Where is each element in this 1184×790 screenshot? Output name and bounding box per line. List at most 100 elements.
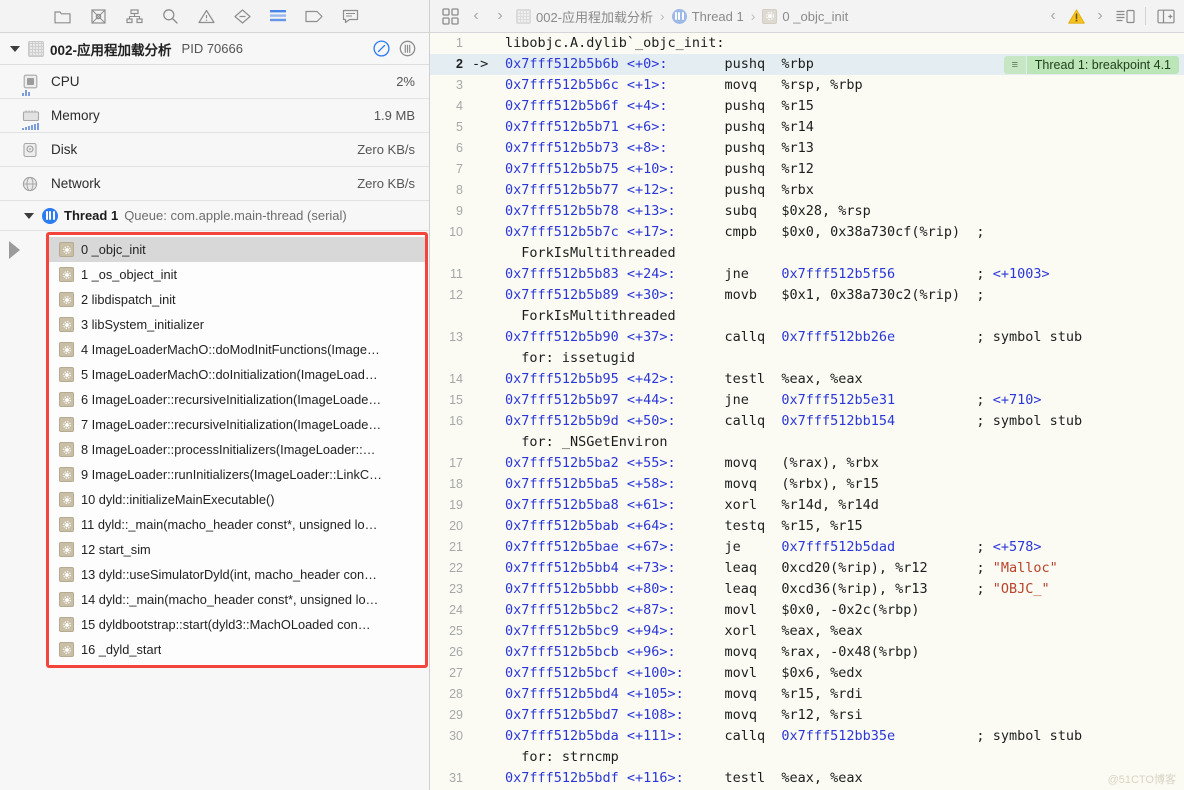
stack-frame-row[interactable]: 2 libdispatch_init [49, 287, 425, 312]
pause-columns-icon[interactable] [397, 39, 417, 59]
code-continuation-text: ForkIsMultithreaded [505, 308, 676, 324]
test-diamond-icon[interactable] [232, 6, 252, 26]
frame-gear-icon [59, 242, 74, 257]
code-line[interactable]: 11 0x7fff512b5b83 <+24>: jne 0x7fff512b5f… [430, 264, 1184, 285]
code-line[interactable]: 10 0x7fff512b5b7c <+17>: cmpb $0x0, 0x38a… [430, 222, 1184, 243]
stack-frame-row[interactable]: 6 ImageLoader::recursiveInitialization(I… [49, 387, 425, 412]
disassembly-code-area[interactable]: 1 libobjc.A.dylib`_objc_init: 2 -> 0x7fff512… [430, 33, 1184, 790]
code-line[interactable]: 7 0x7fff512b5b75 <+10>: pushq %r12 [430, 159, 1184, 180]
code-text: 0x7fff512b5b77 <+12>: pushq %rbx [505, 182, 814, 198]
warning-triangle-icon[interactable] [1068, 8, 1085, 24]
code-continuation-line: ForkIsMultithreaded [430, 306, 1184, 327]
code-line[interactable]: 19 0x7fff512b5ba8 <+61>: xorl %r14d, %r14… [430, 495, 1184, 516]
line-number: 30 [449, 729, 463, 743]
assistant-editor-icon[interactable] [1115, 6, 1135, 26]
breakpoint-tag-icon[interactable] [304, 6, 324, 26]
code-line[interactable]: 14 0x7fff512b5b95 <+42>: testl %eax, %eax [430, 369, 1184, 390]
folder-icon[interactable] [52, 6, 72, 26]
next-issue-button[interactable]: › [1092, 7, 1108, 25]
line-number: 16 [449, 414, 463, 428]
stack-frame-label: 12 start_sim [81, 542, 151, 557]
code-line[interactable]: 5 0x7fff512b5b71 <+6>: pushq %r14 [430, 117, 1184, 138]
code-line[interactable]: 27 0x7fff512b5bcf <+100>: movl $0x6, %edx [430, 663, 1184, 684]
code-line[interactable]: 24 0x7fff512b5bc2 <+87>: movl $0x0, -0x2c… [430, 600, 1184, 621]
frame-gear-icon [59, 317, 74, 332]
code-line[interactable]: 3 0x7fff512b5b6c <+1>: movq %rsp, %rbp [430, 75, 1184, 96]
process-disclosure-triangle[interactable] [8, 45, 22, 52]
stack-frame-row[interactable]: 7 ImageLoader::recursiveInitialization(I… [49, 412, 425, 437]
forward-button[interactable]: › [492, 7, 508, 25]
code-line[interactable]: 12 0x7fff512b5b89 <+30>: movb $0x1, 0x38a… [430, 285, 1184, 306]
code-line[interactable]: 6 0x7fff512b5b73 <+8>: pushq %r13 [430, 138, 1184, 159]
back-button[interactable]: ‹ [468, 7, 484, 25]
stack-frame-row[interactable]: 9 ImageLoader::runInitializers(ImageLoad… [49, 462, 425, 487]
code-line[interactable]: 26 0x7fff512b5bcb <+96>: movq %rax, -0x48… [430, 642, 1184, 663]
code-line[interactable]: 8 0x7fff512b5b77 <+12>: pushq %rbx [430, 180, 1184, 201]
code-line[interactable]: 16 0x7fff512b5b9d <+50>: callq 0x7fff512b… [430, 411, 1184, 432]
code-line[interactable]: 29 0x7fff512b5bd7 <+108>: movq %r12, %rsi [430, 705, 1184, 726]
line-number: 10 [449, 225, 463, 239]
frame-gear-icon [59, 617, 74, 632]
stack-frame-row[interactable]: 15 dyldbootstrap::start(dyld3::MachOLoad… [49, 612, 425, 637]
breakpoint-annotation[interactable]: ≡ Thread 1: breakpoint 4.1 [1003, 56, 1179, 74]
related-items-icon[interactable] [440, 6, 460, 26]
search-icon[interactable] [160, 6, 180, 26]
stack-frame-row[interactable]: 13 dyld::useSimulatorDyld(int, macho_hea… [49, 562, 425, 587]
code-line[interactable]: 31 0x7fff512b5bdf <+116>: testl %eax, %ea… [430, 768, 1184, 789]
stack-frame-row[interactable]: 4 ImageLoaderMachO::doModInitFunctions(I… [49, 337, 425, 362]
stack-frame-label: 2 libdispatch_init [81, 292, 176, 307]
code-line[interactable]: 23 0x7fff512b5bbb <+80>: leaq 0xcd36(%rip… [430, 579, 1184, 600]
resource-row-cpu[interactable]: CPU 2% [0, 65, 429, 99]
code-line[interactable]: 17 0x7fff512b5ba2 <+55>: movq (%rax), %rb… [430, 453, 1184, 474]
code-line[interactable]: 25 0x7fff512b5bc9 <+94>: xorl %eax, %eax [430, 621, 1184, 642]
drag-handle-icon[interactable]: ≡ [1003, 56, 1026, 74]
stack-frame-row[interactable]: 14 dyld::_main(macho_header const*, unsi… [49, 587, 425, 612]
breadcrumb-item-process[interactable]: 002-应用程加载分析 [536, 7, 653, 26]
thread-row[interactable]: Thread 1 Queue: com.apple.main-thread (s… [0, 201, 429, 231]
stack-frame-label: 15 dyldbootstrap::start(dyld3::MachOLoad… [81, 617, 371, 632]
previous-issue-button[interactable]: ‹ [1045, 7, 1061, 25]
stack-frame-row[interactable]: 0 _objc_init [49, 237, 425, 262]
code-line[interactable]: 18 0x7fff512b5ba5 <+58>: movq (%rbx), %r1… [430, 474, 1184, 495]
gauge-icon[interactable] [371, 39, 391, 59]
code-text: 0x7fff512b5bbb <+80>: leaq 0xcd36(%rip),… [505, 581, 1050, 597]
code-line[interactable]: 21 0x7fff512b5bae <+67>: je 0x7fff512b5da… [430, 537, 1184, 558]
breadcrumb-item-thread[interactable]: Thread 1 [692, 9, 744, 24]
stack-frame-label: 0 _objc_init [81, 242, 146, 257]
frame-gear-icon [59, 517, 74, 532]
stack-frame-row[interactable]: 11 dyld::_main(macho_header const*, unsi… [49, 512, 425, 537]
code-text: 0x7fff512b5b78 <+13>: subq $0x28, %rsp [505, 203, 871, 219]
code-line[interactable]: 9 0x7fff512b5b78 <+13>: subq $0x28, %rsp [430, 201, 1184, 222]
stack-frame-label: 1 _os_object_init [81, 267, 178, 282]
add-editor-icon[interactable] [1156, 6, 1176, 26]
stack-frame-row[interactable]: 12 start_sim [49, 537, 425, 562]
process-header-row[interactable]: 002-应用程加载分析 PID 70666 [0, 33, 429, 65]
stack-frame-row[interactable]: 5 ImageLoaderMachO::doInitialization(Ima… [49, 362, 425, 387]
breadcrumb-item-frame[interactable]: 0 _objc_init [782, 9, 848, 24]
code-line[interactable]: 30 0x7fff512b5bda <+111>: callq 0x7fff512… [430, 726, 1184, 747]
thread-disclosure-triangle[interactable] [22, 212, 36, 219]
code-line[interactable]: 13 0x7fff512b5b90 <+37>: callq 0x7fff512b… [430, 327, 1184, 348]
symbol-hierarchy-icon[interactable] [124, 6, 144, 26]
debug-list-icon[interactable] [268, 6, 288, 26]
resource-row-network[interactable]: Network Zero KB/s [0, 167, 429, 201]
source-control-icon[interactable] [88, 6, 108, 26]
stack-frame-row[interactable]: 1 _os_object_init [49, 262, 425, 287]
code-line[interactable]: 22 0x7fff512b5bb4 <+73>: leaq 0xcd20(%rip… [430, 558, 1184, 579]
code-line[interactable]: 28 0x7fff512b5bd4 <+105>: movq %r15, %rdi [430, 684, 1184, 705]
code-line[interactable]: 20 0x7fff512b5bab <+64>: testq %r15, %r15 [430, 516, 1184, 537]
warning-triangle-icon[interactable] [196, 6, 216, 26]
code-line[interactable]: 15 0x7fff512b5b97 <+44>: jne 0x7fff512b5e… [430, 390, 1184, 411]
code-line[interactable]: 4 0x7fff512b5b6f <+4>: pushq %r15 [430, 96, 1184, 117]
stack-frame-label: 13 dyld::useSimulatorDyld(int, macho_hea… [81, 567, 377, 582]
report-bubble-icon[interactable] [340, 6, 360, 26]
code-text: libobjc.A.dylib`_objc_init: [505, 35, 725, 51]
resource-row-memory[interactable]: Memory 1.9 MB [0, 99, 429, 133]
stack-frame-row[interactable]: 3 libSystem_initializer [49, 312, 425, 337]
code-line[interactable]: 2 -> 0x7fff512b5b6b <+0>: pushq %rbp ≡ Threa… [430, 54, 1184, 75]
code-line[interactable]: 1 libobjc.A.dylib`_objc_init: [430, 33, 1184, 54]
stack-frame-row[interactable]: 8 ImageLoader::processInitializers(Image… [49, 437, 425, 462]
resource-row-disk[interactable]: Disk Zero KB/s [0, 133, 429, 167]
stack-frame-row[interactable]: 16 _dyld_start [49, 637, 425, 662]
stack-frame-row[interactable]: 10 dyld::initializeMainExecutable() [49, 487, 425, 512]
